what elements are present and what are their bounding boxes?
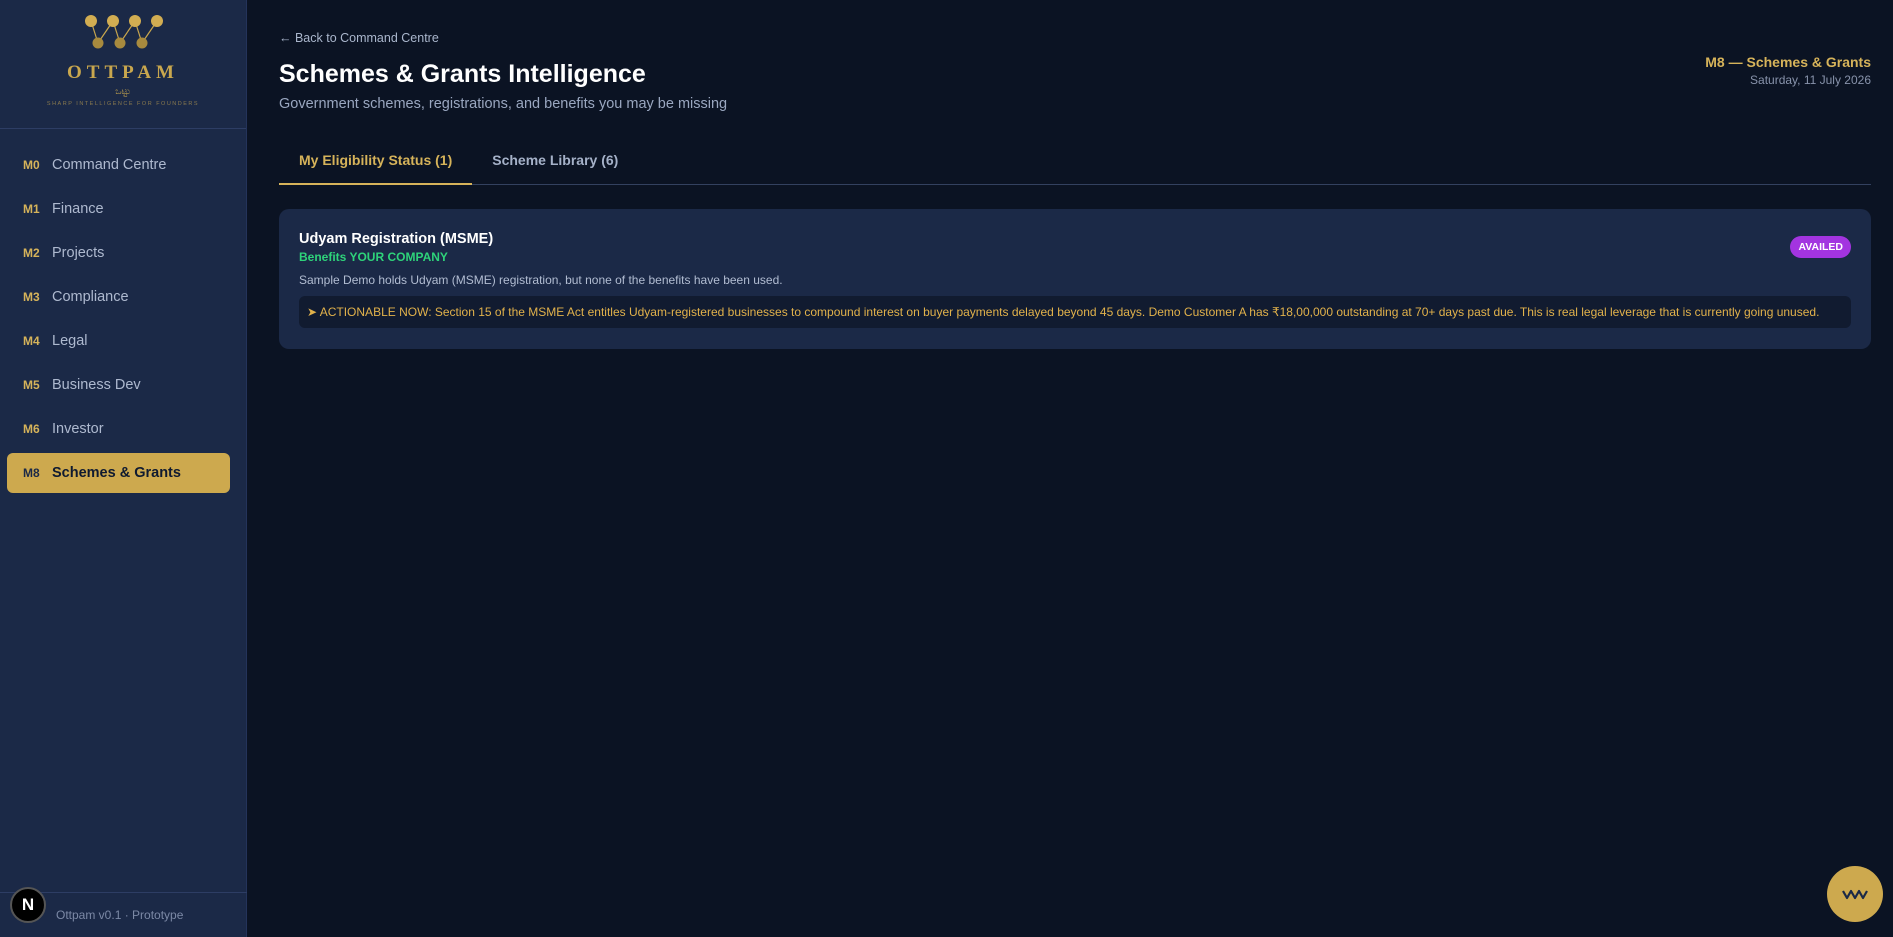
brand-name: OTTPAM [67,62,179,83]
nav-label: Legal [52,333,88,349]
scheme-card[interactable]: Udyam Registration (MSME) Benefits YOUR … [279,209,1871,349]
nav-label: Projects [52,245,105,261]
status-badge: AVAILED [1790,236,1851,258]
nav-label: Business Dev [52,377,141,393]
wave-icon [1842,889,1868,900]
tab-scheme-library[interactable]: Scheme Library (6) [472,140,638,185]
nav-code: M6 [23,422,40,436]
actionable-note: ➤ ACTIONABLE NOW: Section 15 of the MSME… [299,296,1851,328]
page-subtitle: Government schemes, registrations, and b… [279,96,728,112]
sidebar-item-command-centre[interactable]: M0 Command Centre [7,145,230,185]
tab-bar: My Eligibility Status (1) Scheme Library… [279,140,1871,185]
nav-label: Finance [52,201,104,217]
brand-logo[interactable]: OTTPAM ಒಟ್ಟು SHARP INTELLIGENCE FOR FOUN… [0,0,246,129]
brand-script: ಒಟ್ಟು [115,86,131,96]
nav-label: Schemes & Grants [52,465,181,481]
dev-tools-badge[interactable]: N [10,887,46,923]
sidebar-item-legal[interactable]: M4 Legal [7,321,230,361]
tab-eligibility-status[interactable]: My Eligibility Status (1) [279,140,473,185]
nav-label: Investor [52,421,104,437]
sidebar-item-projects[interactable]: M2 Projects [7,233,230,273]
scheme-description: Sample Demo holds Udyam (MSME) registrat… [299,273,783,287]
version-text: Ottpam v0.1 · Prototype [56,908,184,922]
nav-code: M3 [23,290,40,304]
assistant-button[interactable] [1827,866,1883,922]
back-link[interactable]: ← Back to Command Centre [279,31,439,45]
current-date: Saturday, 11 July 2026 [1750,73,1871,87]
sidebar-item-compliance[interactable]: M3 Compliance [7,277,230,317]
module-tag: M8 — Schemes & Grants [1705,54,1871,70]
sidebar: OTTPAM ಒಟ್ಟು SHARP INTELLIGENCE FOR FOUN… [0,0,247,937]
nav-code: M0 [23,158,40,172]
nav-code: M4 [23,334,40,348]
sidebar-item-investor[interactable]: M6 Investor [7,409,230,449]
nav-code: M1 [23,202,40,216]
nav-label: Command Centre [52,157,167,173]
sidebar-nav: M0 Command Centre M1 Finance M2 Projects… [0,129,246,493]
main-content: ← Back to Command Centre Schemes & Grant… [279,0,1871,937]
brand-tagline: SHARP INTELLIGENCE FOR FOUNDERS [46,101,200,107]
scheme-benefit: Benefits YOUR COMPANY [299,250,448,264]
sidebar-item-finance[interactable]: M1 Finance [7,189,230,229]
nav-label: Compliance [52,289,129,305]
sidebar-item-schemes-grants[interactable]: M8 Schemes & Grants [7,453,230,493]
page-title: Schemes & Grants Intelligence [279,60,646,88]
nav-code: M2 [23,246,40,260]
sidebar-item-business-dev[interactable]: M5 Business Dev [7,365,230,405]
scheme-title: Udyam Registration (MSME) [299,231,494,247]
nav-code: M8 [23,466,40,480]
nav-code: M5 [23,378,40,392]
logo-icon [85,15,163,49]
